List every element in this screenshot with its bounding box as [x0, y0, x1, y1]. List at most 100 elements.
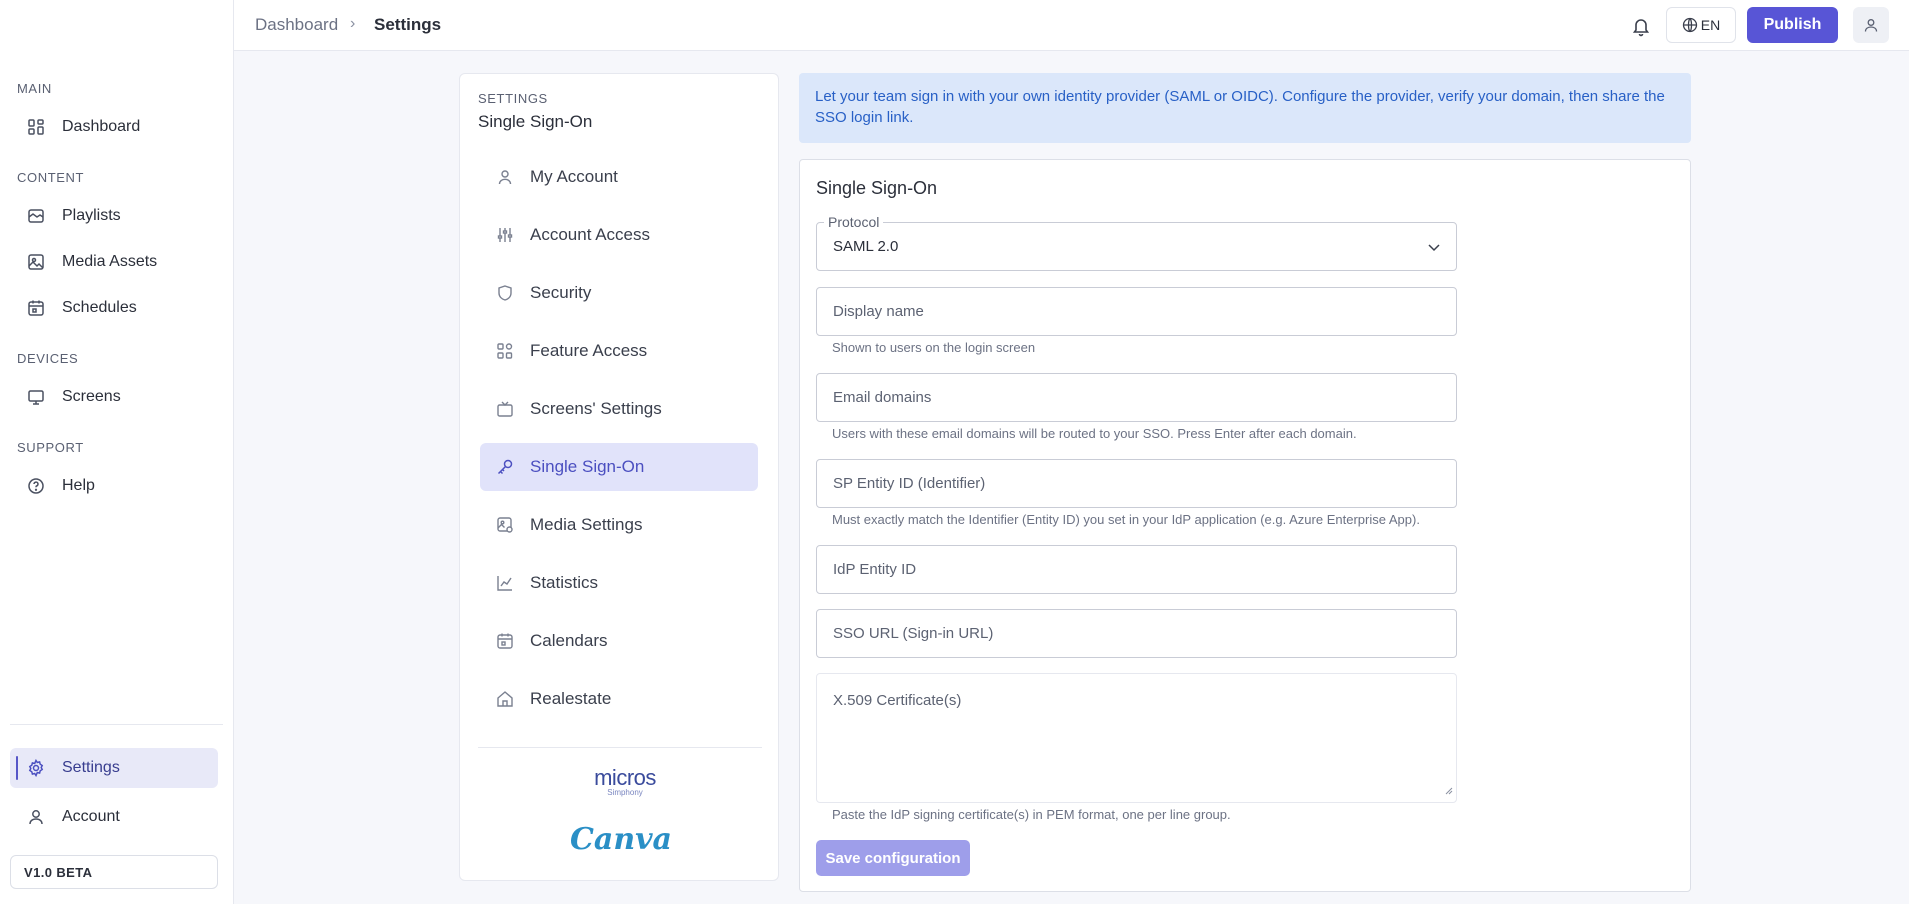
settings-item-realestate[interactable]: Realestate	[480, 675, 758, 723]
sp-entity-id-placeholder: SP Entity ID (Identifier)	[833, 475, 986, 492]
certificate-textarea[interactable]: X.509 Certificate(s)	[816, 673, 1457, 803]
settings-item-label: Feature Access	[530, 341, 648, 360]
topbar: Dashboard › Settings EN Publish	[234, 0, 1909, 51]
chevron-down-icon	[1426, 239, 1442, 259]
globe-icon	[1682, 17, 1698, 33]
protocol-select[interactable]: SAML 2.0	[816, 222, 1457, 271]
sidebar-item-dashboard[interactable]: Dashboard	[10, 107, 218, 147]
sidebar-item-playlists[interactable]: Playlists	[10, 196, 218, 236]
settings-item-account-access[interactable]: Account Access	[480, 211, 758, 259]
settings-item-screens-settings[interactable]: Screens' Settings	[480, 385, 758, 433]
canva-logo: Canva	[570, 822, 672, 857]
sidebar-item-settings[interactable]: Settings	[10, 748, 218, 788]
settings-menu: SETTINGS Single Sign-On My Account Accou…	[459, 73, 779, 881]
sidebar-item-schedules[interactable]: Schedules	[10, 288, 218, 328]
section-label-devices: DEVICES	[17, 351, 79, 366]
certificate-placeholder: X.509 Certificate(s)	[833, 692, 962, 709]
email-domains-placeholder: Email domains	[833, 389, 932, 406]
sidebar-item-label: Settings	[62, 759, 120, 776]
settings-item-single-sign-on[interactable]: Single Sign-On	[480, 443, 758, 491]
sso-url-placeholder: SSO URL (Sign-in URL)	[833, 625, 994, 642]
display-name-placeholder: Display name	[833, 303, 924, 320]
section-label-support: SUPPORT	[17, 440, 84, 455]
email-domains-input[interactable]: Email domains	[816, 373, 1457, 422]
sp-entity-id-input[interactable]: SP Entity ID (Identifier)	[816, 459, 1457, 508]
publish-button[interactable]: Publish	[1747, 7, 1838, 43]
settings-item-statistics[interactable]: Statistics	[480, 559, 758, 607]
sso-form-card: Single Sign-On SAML 2.0 Protocol Display…	[799, 159, 1691, 892]
idp-entity-id-placeholder: IdP Entity ID	[833, 561, 917, 578]
language-label: EN	[1700, 17, 1721, 33]
micros-logo: micros Simphony	[585, 767, 665, 797]
image-settings-icon	[494, 514, 516, 536]
resize-handle-icon[interactable]	[1443, 782, 1453, 799]
settings-item-label: Realestate	[530, 689, 612, 708]
user-icon	[26, 807, 46, 827]
display-name-input[interactable]: Display name	[816, 287, 1457, 336]
sidebar-divider	[10, 724, 223, 725]
email-domains-help: Users with these email domains will be r…	[832, 426, 1357, 441]
settings-item-label: My Account	[530, 167, 618, 186]
idp-entity-id-input[interactable]: IdP Entity ID	[816, 545, 1457, 594]
settings-item-my-account[interactable]: My Account	[480, 153, 758, 201]
bell-icon[interactable]	[1629, 14, 1653, 38]
chart-icon	[494, 572, 516, 594]
language-switcher[interactable]: EN	[1666, 7, 1736, 43]
sidebar-item-label: Playlists	[62, 207, 121, 224]
settings-item-label: Account Access	[530, 225, 651, 244]
user-icon	[494, 166, 516, 188]
user-icon	[1863, 17, 1879, 33]
settings-eyebrow: SETTINGS	[478, 91, 548, 106]
info-banner: Let your team sign in with your own iden…	[799, 73, 1691, 143]
user-menu-button[interactable]	[1853, 7, 1889, 43]
sidebar-item-media-assets[interactable]: Media Assets	[10, 242, 218, 282]
settings-menu-divider	[478, 747, 762, 748]
settings-item-feature-access[interactable]: Feature Access	[480, 327, 758, 375]
certificate-help: Paste the IdP signing certificate(s) in …	[832, 807, 1231, 822]
settings-item-label: Media Settings	[530, 515, 643, 534]
sliders-icon	[494, 224, 516, 246]
image-icon	[26, 252, 46, 272]
sidebar-item-label: Screens	[62, 388, 121, 405]
calendar-icon	[26, 298, 46, 318]
settings-menu-title: Single Sign-On	[478, 112, 593, 131]
settings-item-label: Screens' Settings	[530, 399, 662, 418]
shield-icon	[494, 282, 516, 304]
gear-icon	[26, 758, 46, 778]
grid-icon	[494, 340, 516, 362]
home-icon	[494, 688, 516, 710]
settings-item-security[interactable]: Security	[480, 269, 758, 317]
breadcrumb-current: Settings	[374, 15, 442, 34]
section-label-main: MAIN	[17, 81, 52, 96]
playlist-icon	[26, 206, 46, 226]
version-badge: V1.0 BETA	[10, 855, 218, 889]
key-icon	[494, 456, 516, 478]
settings-item-media-settings[interactable]: Media Settings	[480, 501, 758, 549]
breadcrumb-separator: ›	[350, 15, 356, 32]
form-title: Single Sign-On	[816, 178, 938, 198]
micros-logo-subtext: Simphony	[607, 788, 643, 797]
sidebar-item-label: Schedules	[62, 299, 137, 316]
sidebar-item-help[interactable]: Help	[10, 466, 218, 506]
sp-entity-id-help: Must exactly match the Identifier (Entit…	[832, 512, 1420, 527]
settings-item-calendars[interactable]: Calendars	[480, 617, 758, 665]
save-configuration-button[interactable]: Save configuration	[816, 840, 970, 876]
sidebar-item-label: Media Assets	[62, 253, 158, 270]
monitor-icon	[26, 387, 46, 407]
settings-item-label: Calendars	[530, 631, 608, 650]
sidebar-item-label: Help	[62, 477, 95, 494]
display-name-help: Shown to users on the login screen	[832, 340, 1036, 355]
sidebar-item-label: Dashboard	[62, 118, 141, 135]
dashboard-icon	[26, 117, 46, 137]
protocol-label: Protocol	[824, 214, 884, 230]
sidebar-item-screens[interactable]: Screens	[10, 377, 218, 417]
sso-url-input[interactable]: SSO URL (Sign-in URL)	[816, 609, 1457, 658]
help-icon	[26, 476, 46, 496]
settings-item-label: Single Sign-On	[530, 457, 645, 476]
sidebar-item-account[interactable]: Account	[10, 797, 218, 837]
settings-item-label: Security	[530, 283, 592, 302]
protocol-value: SAML 2.0	[833, 238, 899, 255]
breadcrumb-home[interactable]: Dashboard	[255, 15, 338, 35]
micros-logo-text: micros	[594, 765, 656, 790]
sidebar: MAIN Dashboard CONTENT Playlists Media A…	[0, 0, 234, 904]
